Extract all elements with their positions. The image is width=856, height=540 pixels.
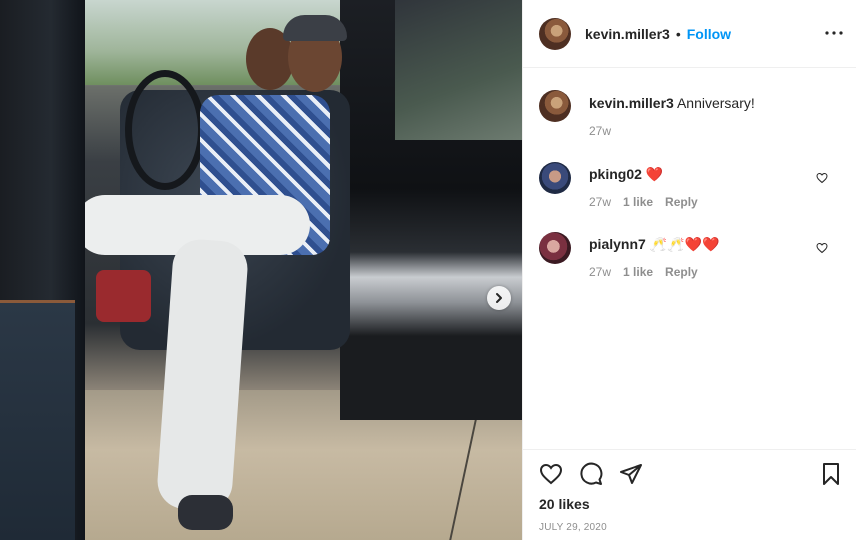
like-count[interactable]: 20 likes — [539, 496, 590, 512]
comment-item: pking02 ❤️ 27w 1 like Reply — [539, 162, 698, 209]
comment-text: ❤️ — [645, 166, 664, 182]
photo-red-bag — [96, 270, 151, 322]
post-header: kevin.miller3 • Follow — [523, 0, 856, 68]
caption-username[interactable]: kevin.miller3 — [589, 95, 674, 111]
next-photo-button[interactable] — [487, 286, 511, 310]
photo-shoe — [178, 495, 233, 530]
post-actions: 20 likes JULY 29, 2020 — [523, 449, 856, 540]
share-icon[interactable] — [619, 462, 643, 486]
bookmark-icon[interactable] — [819, 462, 843, 486]
post-photo[interactable] — [0, 0, 522, 540]
post-sidebar: kevin.miller3 • Follow kevin.miller3 Ann… — [522, 0, 856, 540]
caption-timestamp[interactable]: 27w — [589, 124, 611, 138]
photo-door-panel — [0, 300, 75, 540]
post-date[interactable]: JULY 29, 2020 — [539, 522, 607, 533]
separator-dot: • — [675, 25, 681, 42]
photo-steering-wheel — [125, 70, 205, 190]
caption: kevin.miller3 Anniversary! 27w — [539, 90, 755, 138]
comment-username[interactable]: pialynn7 — [589, 236, 646, 252]
comment-username[interactable]: pking02 — [589, 166, 642, 182]
comment-reply-button[interactable]: Reply — [665, 195, 698, 209]
photo-man-cap — [283, 15, 347, 41]
avatar[interactable] — [539, 90, 571, 122]
comment-like-count[interactable]: 1 like — [623, 265, 653, 279]
photo-car-window — [395, 0, 522, 140]
avatar[interactable] — [539, 162, 571, 194]
chevron-right-icon — [496, 293, 502, 303]
comment-icon[interactable] — [579, 462, 603, 486]
comment-reply-button[interactable]: Reply — [665, 265, 698, 279]
comment-item: pialynn7 🥂🥂❤️❤️ 27w 1 like Reply — [539, 232, 719, 279]
avatar[interactable] — [539, 232, 571, 264]
comment-like-count[interactable]: 1 like — [623, 195, 653, 209]
more-options-button[interactable] — [825, 24, 843, 42]
comment-like-heart-icon[interactable] — [816, 172, 828, 184]
comment-like-heart-icon[interactable] — [816, 242, 828, 254]
header-username[interactable]: kevin.miller3 — [585, 26, 670, 42]
comment-timestamp[interactable]: 27w — [589, 265, 611, 279]
avatar[interactable] — [539, 17, 571, 50]
caption-text: Anniversary! — [676, 95, 755, 111]
more-options-icon — [825, 31, 843, 35]
comment-timestamp[interactable]: 27w — [589, 195, 611, 209]
follow-button[interactable]: Follow — [687, 26, 731, 42]
comment-text: 🥂🥂❤️❤️ — [649, 236, 720, 252]
heart-icon[interactable] — [539, 462, 563, 486]
